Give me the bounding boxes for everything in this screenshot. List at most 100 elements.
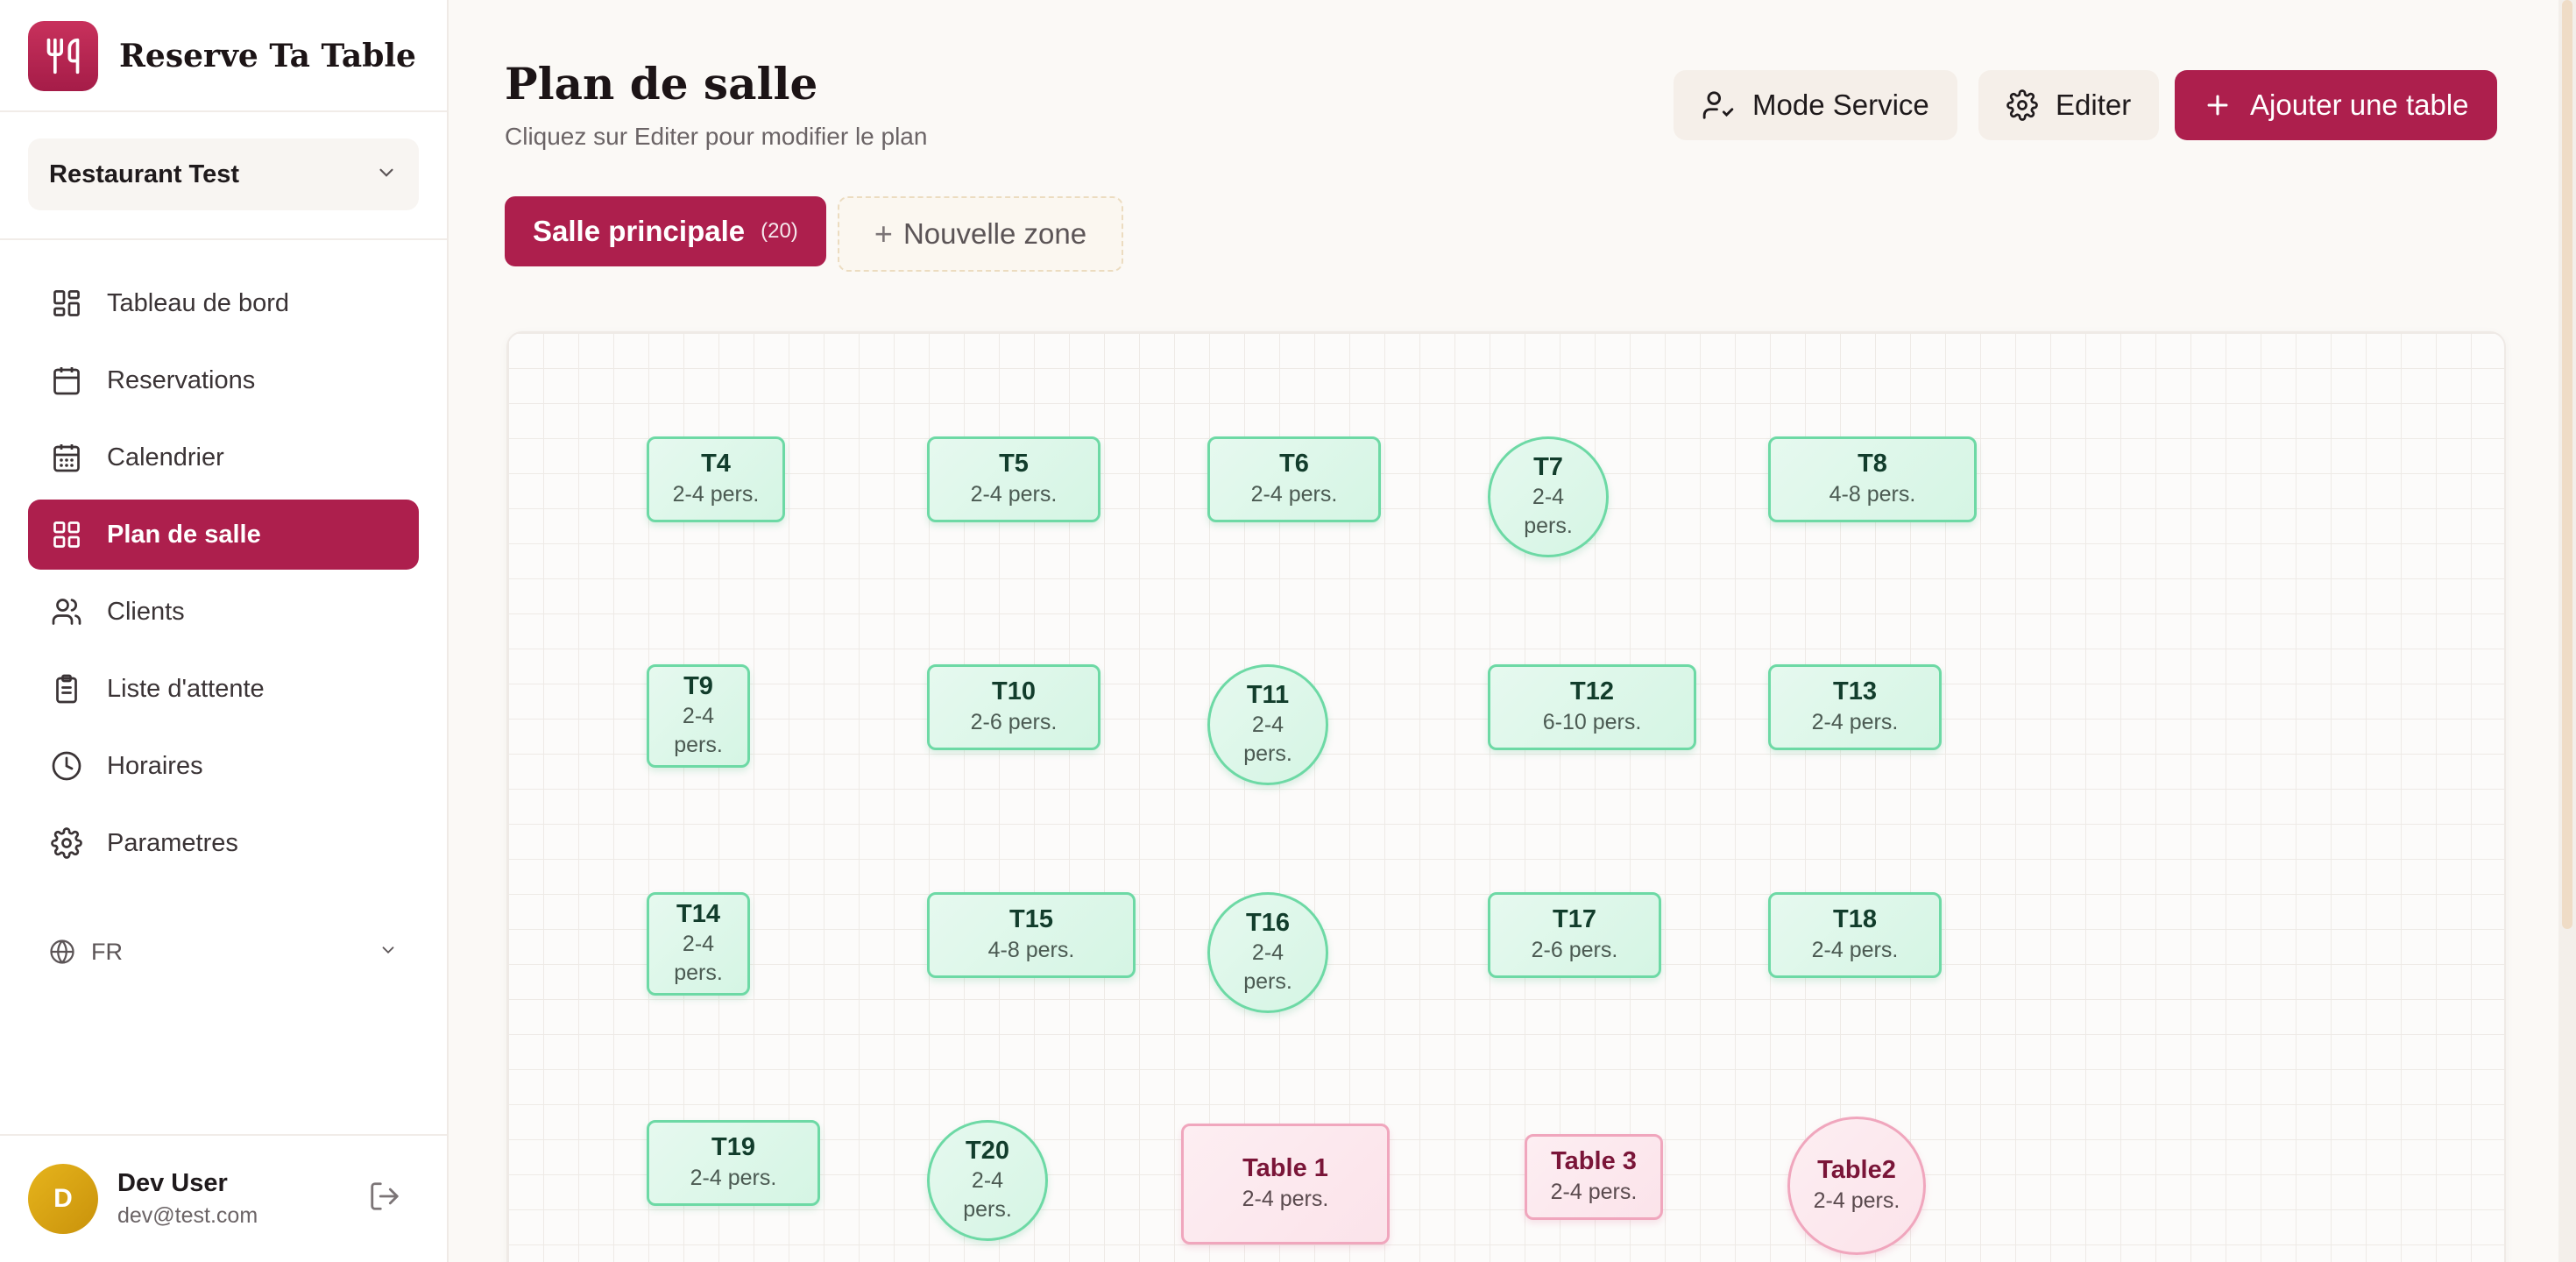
dashboard-icon	[49, 286, 84, 321]
table-name: T6	[1279, 449, 1309, 478]
mode-service-button[interactable]: Mode Service	[1674, 70, 1957, 140]
sidebar-item-liste-attente[interactable]: Liste d'attente	[28, 654, 419, 724]
table-capacity: 2-4 pers.	[970, 481, 1058, 507]
sidebar-item-clients[interactable]: Clients	[28, 577, 419, 647]
avatar[interactable]: D	[28, 1164, 98, 1234]
add-table-label: Ajouter une table	[2250, 89, 2469, 121]
table-name: T14	[676, 899, 720, 928]
table-t10[interactable]: T10 2-6 pers.	[927, 664, 1100, 750]
edit-button[interactable]: Editer	[1978, 70, 2160, 140]
table-name: T4	[701, 449, 731, 478]
table-capacity: 2-4 pers.	[1811, 937, 1899, 962]
table-t9[interactable]: T9 2-4 pers.	[647, 664, 750, 768]
scrollbar-thumb[interactable]	[2562, 0, 2572, 929]
table-capacity: 4-8 pers.	[987, 937, 1075, 962]
add-table-button[interactable]: Ajouter une table	[2175, 70, 2497, 140]
table-t7[interactable]: T7 2-4 pers.	[1488, 436, 1609, 557]
table-capacity: 2-4 pers.	[963, 1168, 1012, 1222]
table-table-1[interactable]: Table 1 2-4 pers.	[1181, 1124, 1390, 1244]
user-check-icon	[1702, 89, 1735, 122]
table-name: T19	[711, 1132, 755, 1161]
table-t14[interactable]: T14 2-4 pers.	[647, 892, 750, 996]
table-name: T7	[1533, 452, 1563, 481]
table-name: T9	[683, 671, 713, 700]
table-capacity: 2-4 pers.	[674, 704, 723, 757]
table-capacity: 2-4 pers.	[1811, 709, 1899, 734]
user-email: dev@test.com	[117, 1203, 258, 1228]
table-t15[interactable]: T15 4-8 pers.	[927, 892, 1136, 978]
gear-icon	[2006, 89, 2038, 121]
table-capacity: 2-4 pers.	[1550, 1179, 1638, 1204]
table-t20[interactable]: T20 2-4 pers.	[927, 1120, 1048, 1241]
fork-knife-icon	[28, 21, 98, 91]
sidebar-item-parametres[interactable]: Parametres	[28, 808, 419, 878]
sidebar-item-plan-de-salle[interactable]: Plan de salle	[28, 500, 419, 570]
table-name: T15	[1009, 904, 1053, 933]
sidebar-item-tableau-de-bord[interactable]: Tableau de bord	[28, 268, 419, 338]
floor-plan-canvas[interactable]: T4 2-4 pers. T5 2-4 pers. T6 2-4 pers. T…	[506, 331, 2506, 1262]
clock-icon	[49, 748, 84, 783]
page-subtitle: Cliquez sur Editer pour modifier le plan	[505, 123, 928, 150]
table-name: Table 1	[1242, 1153, 1328, 1182]
table-name: T10	[992, 677, 1036, 705]
table-t5[interactable]: T5 2-4 pers.	[927, 436, 1100, 522]
divider	[0, 110, 447, 112]
sidebar-item-label: Calendrier	[107, 443, 224, 471]
table-capacity: 2-4 pers.	[674, 932, 723, 985]
new-zone-button[interactable]: + Nouvelle zone	[838, 196, 1123, 272]
new-zone-label: Nouvelle zone	[902, 217, 1087, 250]
language-select[interactable]: FR	[28, 917, 419, 987]
table-t18[interactable]: T18 2-4 pers.	[1768, 892, 1942, 978]
calendar-grid-icon	[49, 440, 84, 475]
sidebar: Reserve Ta Table Restaurant Test Tableau…	[0, 0, 449, 1262]
table-name: Table 3	[1551, 1146, 1637, 1175]
zone-count: (20)	[761, 219, 798, 243]
table-t19[interactable]: T19 2-4 pers.	[647, 1120, 820, 1206]
table-t4[interactable]: T4 2-4 pers.	[647, 436, 785, 522]
plus-icon	[2203, 90, 2233, 120]
divider	[0, 238, 447, 240]
table-capacity: 2-4 pers.	[672, 481, 760, 507]
table-t16[interactable]: T16 2-4 pers.	[1207, 892, 1328, 1013]
clipboard-icon	[49, 671, 84, 706]
table-capacity: 2-4 pers.	[1242, 1186, 1329, 1211]
sidebar-item-calendrier[interactable]: Calendrier	[28, 422, 419, 493]
tab-salle-principale[interactable]: Salle principale (20)	[505, 196, 826, 266]
table-capacity: 2-6 pers.	[1531, 937, 1618, 962]
table-name: T12	[1570, 677, 1614, 705]
table-name: T16	[1246, 908, 1290, 937]
table-name: T13	[1833, 677, 1877, 705]
table-name: T17	[1553, 904, 1596, 933]
table-capacity: 2-4 pers.	[690, 1165, 777, 1190]
brand-name: Reserve Ta Table	[119, 38, 416, 74]
language-value: FR	[91, 938, 123, 965]
table-capacity: 2-4 pers.	[1243, 940, 1292, 994]
logout-icon[interactable]	[368, 1180, 401, 1217]
restaurant-select[interactable]: Restaurant Test	[28, 138, 419, 210]
globe-icon	[49, 939, 75, 965]
plus-icon: +	[874, 216, 893, 252]
sidebar-item-reservations[interactable]: Reservations	[28, 345, 419, 415]
sidebar-item-horaires[interactable]: Horaires	[28, 731, 419, 801]
table-capacity: 2-6 pers.	[970, 709, 1058, 734]
table-t12[interactable]: T12 6-10 pers.	[1488, 664, 1696, 750]
table-t17[interactable]: T17 2-6 pers.	[1488, 892, 1661, 978]
brand[interactable]: Reserve Ta Table	[28, 21, 416, 91]
edit-label: Editer	[2056, 89, 2132, 121]
users-icon	[49, 594, 84, 629]
table-table-3[interactable]: Table 3 2-4 pers.	[1525, 1134, 1663, 1220]
sidebar-item-label: Horaires	[107, 751, 203, 780]
main-content: Plan de salle Cliquez sur Editer pour mo…	[449, 0, 2576, 1262]
table-table2[interactable]: Table2 2-4 pers.	[1787, 1117, 1926, 1255]
table-capacity: 2-4 pers.	[1250, 481, 1338, 507]
table-t13[interactable]: T13 2-4 pers.	[1768, 664, 1942, 750]
scrollbar[interactable]	[2558, 0, 2576, 1262]
table-capacity: 6-10 pers.	[1542, 709, 1642, 734]
table-capacity: 4-8 pers.	[1829, 481, 1916, 507]
table-name: T8	[1858, 449, 1887, 478]
sidebar-item-label: Liste d'attente	[107, 674, 265, 703]
table-t11[interactable]: T11 2-4 pers.	[1207, 664, 1328, 785]
table-t8[interactable]: T8 4-8 pers.	[1768, 436, 1977, 522]
table-t6[interactable]: T6 2-4 pers.	[1207, 436, 1381, 522]
table-name: Table2	[1817, 1155, 1896, 1184]
